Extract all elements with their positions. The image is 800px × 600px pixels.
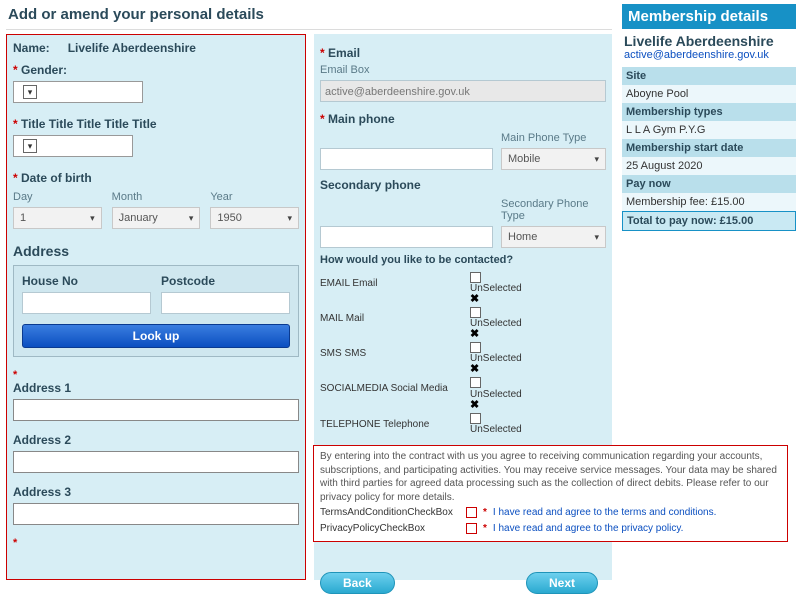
contact-option-sms: SMS SMS [320,342,470,359]
address3-label: Address 3 [13,485,71,499]
personal-details-panel: Name: Livelife Aberdeenshire * Gender: ▾… [6,34,306,580]
dob-month-label: Month [112,191,201,203]
postcode-input[interactable] [161,292,290,314]
next-button[interactable]: Next [526,572,598,594]
privacy-checkbox-label: PrivacyPolicyCheckBox [320,522,460,536]
postcode-label: Postcode [161,274,290,288]
site-value: Aboyne Pool [622,85,796,103]
dob-month-select[interactable]: January▾ [112,207,201,229]
terms-checkbox[interactable] [466,507,477,518]
address1-input[interactable] [13,399,299,421]
address1-label: Address 1 [13,381,71,395]
secondary-phone-input[interactable] [320,226,493,248]
privacy-checkbox[interactable] [466,523,477,534]
contact-social-checkbox[interactable] [470,377,481,388]
chevron-down-icon: ▾ [90,213,95,224]
membership-email[interactable]: active@aberdeenshire.gov.uk [622,49,796,67]
address-heading: Address [13,243,299,259]
policy-text: By entering into the contract with us yo… [320,450,781,504]
privacy-link[interactable]: I have read and agree to the privacy pol… [493,522,683,536]
contact-sms-checkbox[interactable] [470,342,481,353]
name-value: Livelife Aberdeenshire [68,41,196,55]
title-select[interactable]: ▾ [13,135,133,157]
chevron-down-icon: ▾ [23,139,37,153]
address3-input[interactable] [13,503,299,525]
policy-box: By entering into the contract with us yo… [313,445,788,542]
secondary-phone-label: Secondary phone [320,178,421,192]
main-phone-label: Main phone [328,112,395,126]
close-icon[interactable]: ✖ [470,363,479,375]
site-label: Site [622,67,796,85]
gender-label: Gender: [21,63,67,77]
close-icon[interactable]: ✖ [470,328,479,340]
main-phone-input[interactable] [320,148,493,170]
address2-label: Address 2 [13,433,71,447]
secondary-phone-type-label: Secondary Phone Type [501,198,606,222]
chevron-down-icon: ▾ [594,154,599,165]
chevron-down-icon: ▾ [594,232,599,243]
close-icon[interactable]: ✖ [470,293,479,305]
start-label: Membership start date [622,139,796,157]
gender-select[interactable]: ▾ [13,81,143,103]
contact-email-checkbox[interactable] [470,272,481,283]
address-lookup-box: House No Postcode Look up [13,265,299,357]
name-label: Name: [13,41,50,55]
contact-option-telephone: TELEPHONE Telephone [320,413,470,430]
contact-telephone-checkbox[interactable] [470,413,481,424]
back-button[interactable]: Back [320,572,395,594]
types-label: Membership types [622,103,796,121]
email-input: active@aberdeenshire.gov.uk [320,80,606,102]
types-value: L L A Gym P.Y.G [622,121,796,139]
contact-option-mail: MAIL Mail [320,307,470,324]
house-no-label: House No [22,274,151,288]
close-icon[interactable]: ✖ [470,399,479,411]
pay-label: Pay now [622,175,796,193]
lookup-button[interactable]: Look up [22,324,290,348]
fee-label: Membership fee: £15.00 [622,193,796,211]
dob-label: Date of birth [21,171,92,185]
title-label: Title Title Title Title Title [21,117,157,131]
contact-preferences: How would you like to be contacted? EMAI… [320,254,606,441]
membership-header: Membership details [622,4,796,29]
contact-option-email: EMAIL Email [320,272,470,289]
email-label: Email [328,46,360,60]
contact-mail-checkbox[interactable] [470,307,481,318]
contact-question: How would you like to be contacted? [320,254,606,266]
chevron-down-icon: ▾ [189,213,194,224]
page-title: Add or amend your personal details [6,4,612,30]
email-box-label: Email Box [320,64,606,76]
address2-input[interactable] [13,451,299,473]
dob-year-label: Year [210,191,299,203]
start-value: 25 August 2020 [622,157,796,175]
secondary-phone-type-select[interactable]: Home▾ [501,226,606,248]
dob-day-select[interactable]: 1▾ [13,207,102,229]
contact-option-social: SOCIALMEDIA Social Media [320,377,470,394]
dob-day-label: Day [13,191,102,203]
chevron-down-icon: ▾ [23,85,37,99]
main-phone-type-label: Main Phone Type [501,132,606,144]
terms-link[interactable]: I have read and agree to the terms and c… [493,506,716,520]
total-label: Total to pay now: £15.00 [622,211,796,231]
house-no-input[interactable] [22,292,151,314]
main-phone-type-select[interactable]: Mobile▾ [501,148,606,170]
terms-checkbox-label: TermsAndConditionCheckBox [320,506,460,520]
membership-name: Livelife Aberdeenshire [622,29,796,49]
dob-year-select[interactable]: 1950▾ [210,207,299,229]
chevron-down-icon: ▾ [287,213,292,224]
